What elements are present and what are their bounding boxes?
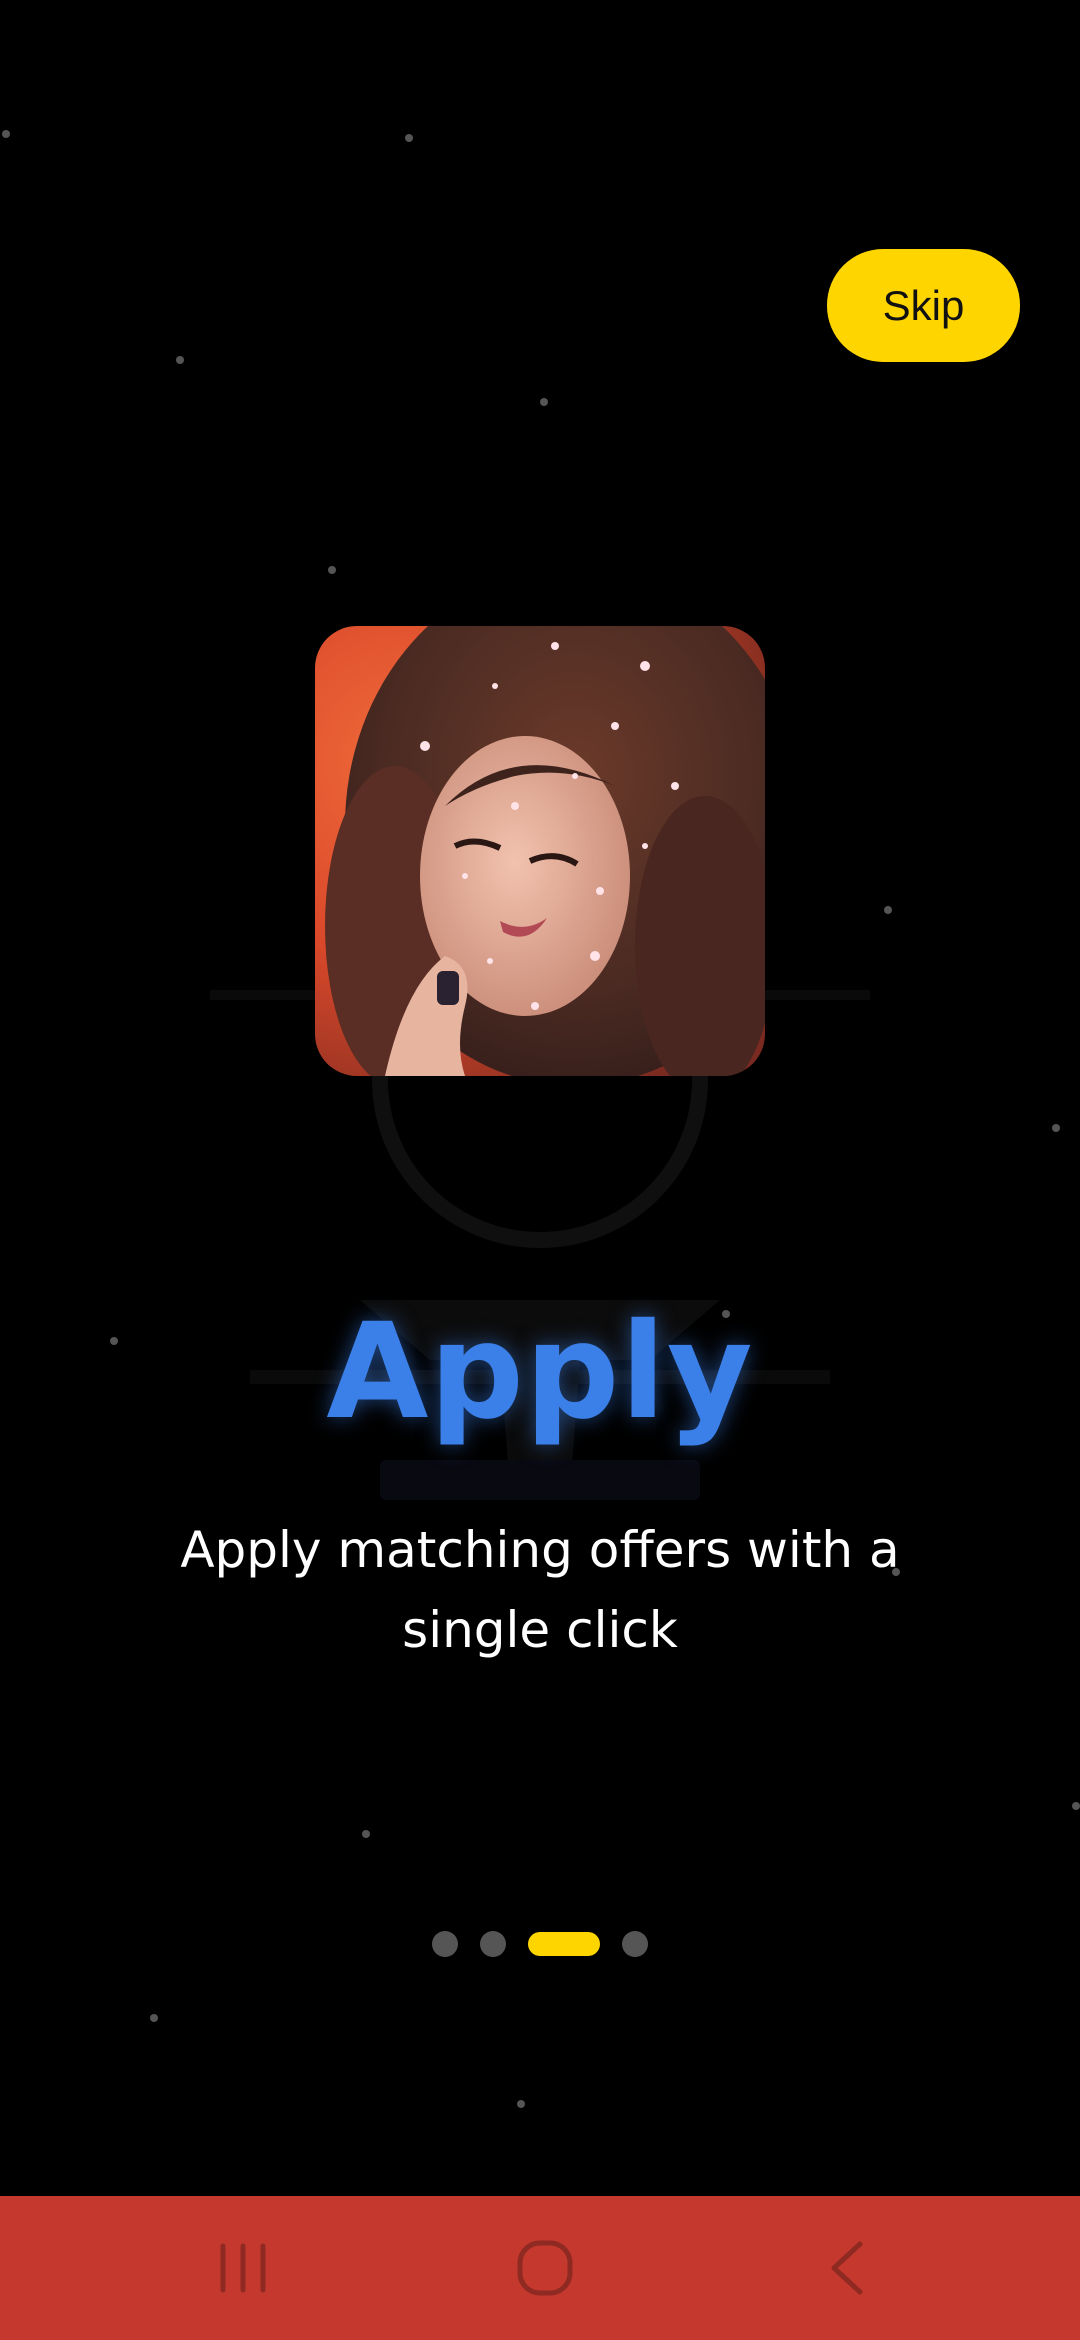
page-dot-4[interactable] xyxy=(622,1931,648,1957)
onboarding-subtitle: Apply matching offers with a single clic… xyxy=(180,1521,900,1659)
star-dot xyxy=(884,906,892,914)
onboarding-title: Apply xyxy=(326,1295,754,1449)
star-dot xyxy=(150,2014,158,2022)
star-dot xyxy=(405,134,413,142)
onboarding-photo xyxy=(315,626,765,1076)
portrait-illustration xyxy=(315,626,765,1076)
back-icon xyxy=(831,2241,863,2295)
page-dot-2[interactable] xyxy=(480,1931,506,1957)
recent-apps-icon xyxy=(220,2243,266,2293)
skip-button[interactable]: Skip xyxy=(827,249,1020,362)
star-dot xyxy=(540,398,548,406)
recent-apps-button[interactable] xyxy=(143,2196,343,2340)
page-dot-3-active[interactable] xyxy=(528,1932,600,1956)
system-navigation-bar xyxy=(0,2196,1080,2340)
star-dot xyxy=(1072,1802,1080,1810)
page-indicator xyxy=(0,1931,1080,1957)
back-button[interactable] xyxy=(748,2196,948,2340)
onboarding-screen: Skip Apply Apply matching offers with a … xyxy=(0,0,1080,2340)
star-dot xyxy=(517,2100,525,2108)
home-icon xyxy=(517,2240,573,2296)
star-dot xyxy=(176,356,184,364)
page-dot-1[interactable] xyxy=(432,1931,458,1957)
star-dot xyxy=(362,1830,370,1838)
star-dot xyxy=(328,566,336,574)
star-dot xyxy=(1052,1124,1060,1132)
home-button[interactable] xyxy=(445,2196,645,2340)
star-dot xyxy=(2,130,10,138)
